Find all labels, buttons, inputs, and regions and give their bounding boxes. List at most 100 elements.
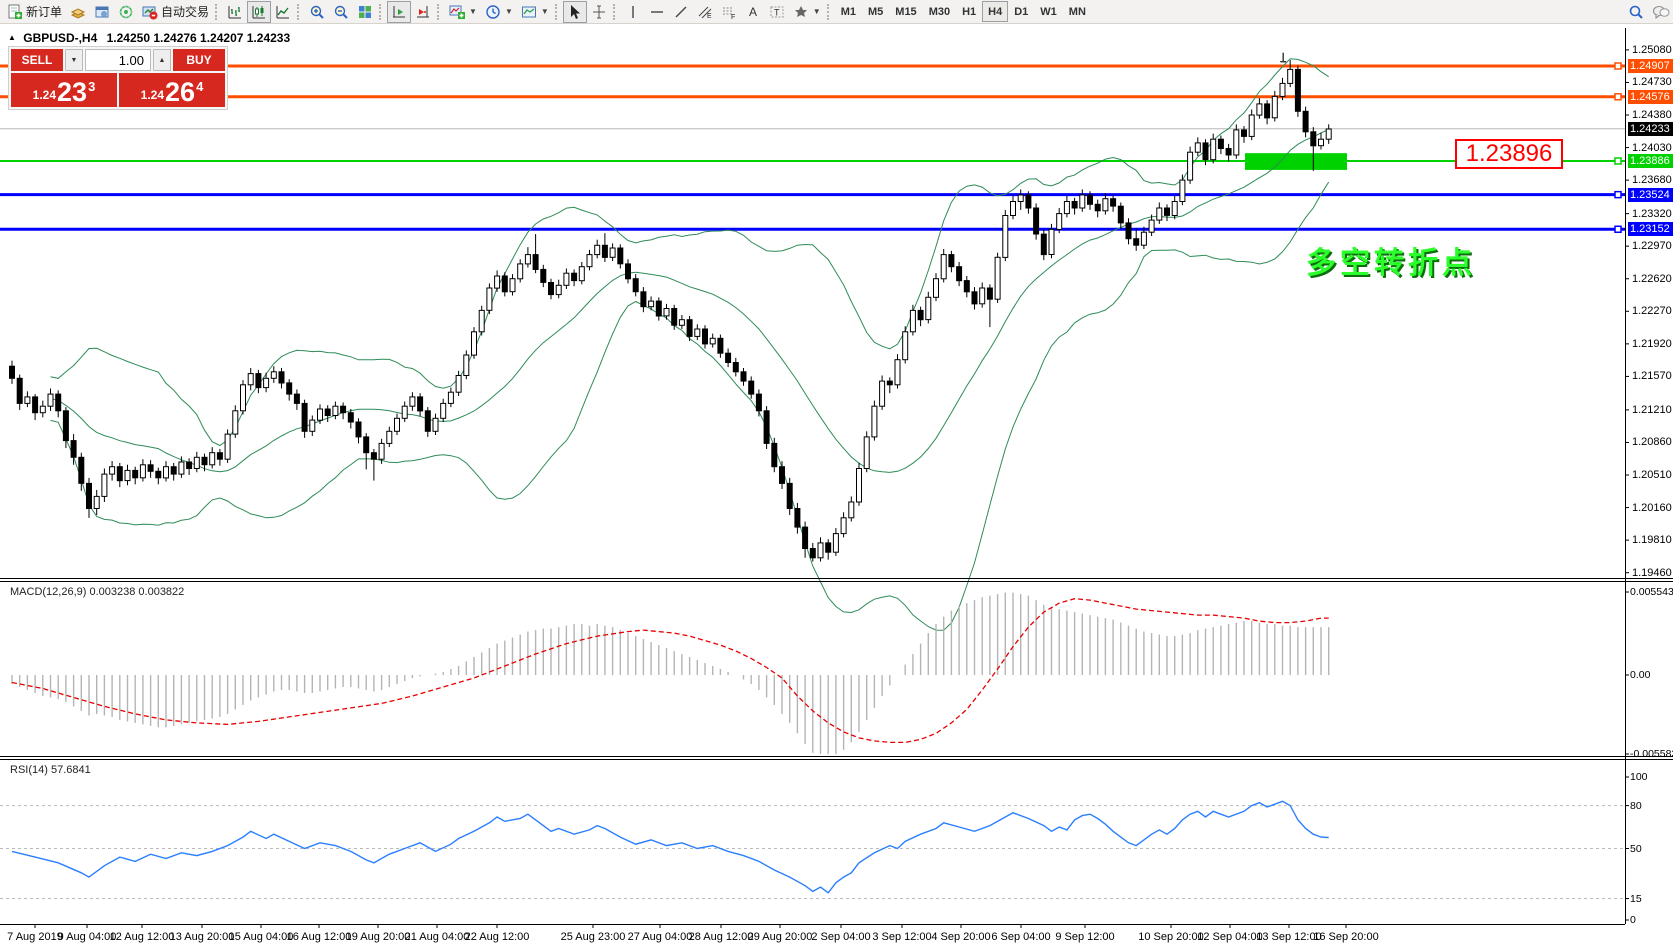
- timeframe-button-m30[interactable]: M30: [923, 1, 956, 22]
- fibonacci-icon: F: [721, 4, 737, 20]
- crosshair-button[interactable]: [587, 1, 611, 23]
- navigator-icon: [118, 4, 134, 20]
- line-chart-button[interactable]: [271, 1, 295, 23]
- timeframe-button-mn[interactable]: MN: [1063, 1, 1092, 22]
- candlestick-chart-button[interactable]: [247, 1, 271, 23]
- buy-price-pips: 26: [165, 79, 195, 105]
- toolbar-grip: [827, 4, 833, 20]
- sell-button[interactable]: SELL: [11, 49, 63, 71]
- data-window-button[interactable]: [90, 1, 114, 23]
- toolbar-grip: [215, 4, 221, 20]
- timeframe-button-h4[interactable]: H4: [982, 1, 1008, 22]
- autotrading-icon: [142, 4, 158, 20]
- text-icon: A: [745, 4, 761, 20]
- dropdown-caret-icon: ▼: [541, 7, 549, 16]
- bar-chart-button[interactable]: [223, 1, 247, 23]
- one-click-trade-panel: SELL ▼ 1.00 ▲ BUY 1.24 23 3 1.24 26 4: [8, 46, 228, 110]
- svg-text:E: E: [707, 13, 712, 20]
- rsi-label: RSI(14) 57.6841: [10, 764, 91, 776]
- indicators-icon: [449, 4, 465, 20]
- toolbar-grip: [379, 4, 385, 20]
- dropdown-caret-icon: ▼: [469, 7, 477, 16]
- dropdown-caret-icon: ▼: [505, 7, 513, 16]
- shapes-icon: [793, 4, 809, 20]
- support-rectangle: [1245, 153, 1347, 170]
- chart-symbol-timeframe: GBPUSD-,H4: [23, 31, 97, 45]
- bar-chart-icon: [227, 4, 243, 20]
- text-button[interactable]: A: [741, 1, 765, 23]
- horizontal-line-icon: [649, 4, 665, 20]
- volume-down-button[interactable]: ▼: [65, 49, 83, 71]
- vertical-line-button[interactable]: [621, 1, 645, 23]
- hline-1.23152: [0, 226, 1625, 232]
- bollinger-middle-band: [51, 129, 1329, 472]
- new-order-label: 新订单: [26, 3, 62, 20]
- buy-button[interactable]: BUY: [173, 49, 225, 71]
- auto-scroll-button[interactable]: [387, 1, 411, 23]
- cursor-button[interactable]: [563, 1, 587, 23]
- hline-1.23524: [0, 192, 1625, 198]
- volume-up-button[interactable]: ▲: [153, 49, 171, 71]
- crosshair-icon: [591, 4, 607, 20]
- market-watch-button[interactable]: [66, 1, 90, 23]
- toolbar-grip: [613, 4, 619, 20]
- new-order-icon: [7, 4, 23, 20]
- channel-button[interactable]: E: [693, 1, 717, 23]
- volume-input[interactable]: 1.00: [85, 49, 151, 71]
- hline-1.24576: [0, 94, 1625, 100]
- new-order-button[interactable]: 新订单: [3, 1, 66, 23]
- zoom-in-button[interactable]: [305, 1, 329, 23]
- data-window-icon: [94, 4, 110, 20]
- toolbar-grip: [297, 4, 303, 20]
- toolbar: 新订单 自动交易: [0, 0, 1673, 24]
- macd-histogram: [12, 593, 1329, 754]
- indicators-button[interactable]: ▼: [445, 1, 481, 23]
- periods-button[interactable]: ▼: [481, 1, 517, 23]
- collapse-triangle-icon: ▲: [8, 33, 16, 42]
- cursor-icon: [567, 4, 583, 20]
- search-icon[interactable]: [1628, 4, 1644, 20]
- timeframe-button-w1[interactable]: W1: [1034, 1, 1063, 22]
- dropdown-caret-icon: ▼: [813, 7, 821, 16]
- templates-button[interactable]: ▼: [517, 1, 553, 23]
- toolbar-grip: [437, 4, 443, 20]
- sell-price-big-figure: 1.24: [33, 88, 56, 102]
- tile-windows-button[interactable]: [353, 1, 377, 23]
- trendline-button[interactable]: [669, 1, 693, 23]
- timeframe-button-m1[interactable]: M1: [835, 1, 862, 22]
- buy-price-display[interactable]: 1.24 26 4: [119, 73, 225, 107]
- timeframe-button-h1[interactable]: H1: [956, 1, 982, 22]
- timeframe-button-m15[interactable]: M15: [889, 1, 922, 22]
- tile-windows-icon: [357, 4, 373, 20]
- macd-signal-line: [12, 599, 1329, 743]
- horizontal-line-button[interactable]: [645, 1, 669, 23]
- sell-marker-icon: [1280, 53, 1286, 62]
- timeframe-bar: M1M5M15M30H1H4D1W1MN: [835, 1, 1092, 22]
- chart-shift-button[interactable]: [411, 1, 435, 23]
- shapes-button[interactable]: ▼: [789, 1, 825, 23]
- auto-scroll-icon: [391, 4, 407, 20]
- sell-price-display[interactable]: 1.24 23 3: [11, 73, 117, 107]
- zoom-out-button[interactable]: [329, 1, 353, 23]
- line-chart-icon: [275, 4, 291, 20]
- buy-price-big-figure: 1.24: [141, 88, 164, 102]
- chart-shift-icon: [415, 4, 431, 20]
- periods-icon: [485, 4, 501, 20]
- timeframe-button-m5[interactable]: M5: [862, 1, 889, 22]
- candles-group: [10, 60, 1332, 561]
- price-callout[interactable]: 1.23896: [1455, 139, 1563, 169]
- autotrading-label: 自动交易: [161, 3, 209, 20]
- text-label-button[interactable]: T: [765, 1, 789, 23]
- macd-label: MACD(12,26,9) 0.003238 0.003822: [10, 586, 184, 598]
- navigator-button[interactable]: [114, 1, 138, 23]
- channel-icon: E: [697, 4, 713, 20]
- sell-price-pips: 23: [57, 79, 87, 105]
- fibonacci-button[interactable]: F: [717, 1, 741, 23]
- timeframe-button-d1[interactable]: D1: [1008, 1, 1034, 22]
- autotrading-button[interactable]: 自动交易: [138, 1, 213, 23]
- chart-canvas[interactable]: [0, 0, 1673, 950]
- annotation-text[interactable]: 多空转折点: [1306, 238, 1476, 282]
- hline-1.23886: [0, 158, 1625, 164]
- zoom-out-icon: [333, 4, 349, 20]
- chat-icon[interactable]: [1652, 4, 1668, 20]
